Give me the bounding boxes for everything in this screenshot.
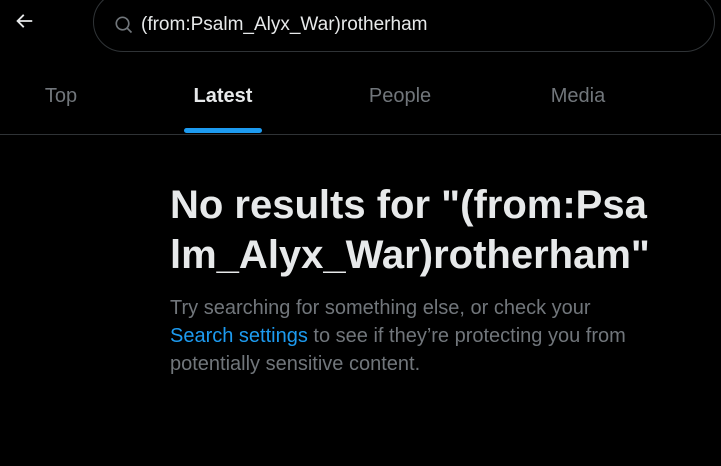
tab-people-label: People <box>368 84 432 107</box>
tab-media[interactable]: Media <box>508 62 648 134</box>
tab-top-label: Top <box>44 84 78 107</box>
back-arrow-icon <box>13 10 35 37</box>
empty-state-title: No results for "(from:Psalm_Alyx_War)rot… <box>170 183 650 277</box>
search-settings-link[interactable]: Search settings <box>170 325 308 347</box>
search-icon <box>114 15 134 35</box>
tab-latest-label: Latest <box>193 84 253 107</box>
tab-people[interactable]: People <box>330 62 470 134</box>
empty-state-description: Try searching for something else, or che… <box>170 294 640 378</box>
search-results-page: Top Latest People Media No results for "… <box>0 0 721 466</box>
empty-desc-before: Try searching for something else, or che… <box>170 297 591 319</box>
tab-media-label: Media <box>550 84 606 107</box>
search-input[interactable] <box>141 13 681 37</box>
empty-state: No results for "(from:Psalm_Alyx_War)rot… <box>170 180 690 378</box>
search-tabs: Top Latest People Media <box>0 62 721 135</box>
search-box[interactable] <box>93 0 715 52</box>
active-tab-indicator <box>184 128 262 133</box>
tab-top[interactable]: Top <box>0 62 122 134</box>
back-button[interactable] <box>6 5 42 41</box>
tab-latest[interactable]: Latest <box>160 62 286 134</box>
